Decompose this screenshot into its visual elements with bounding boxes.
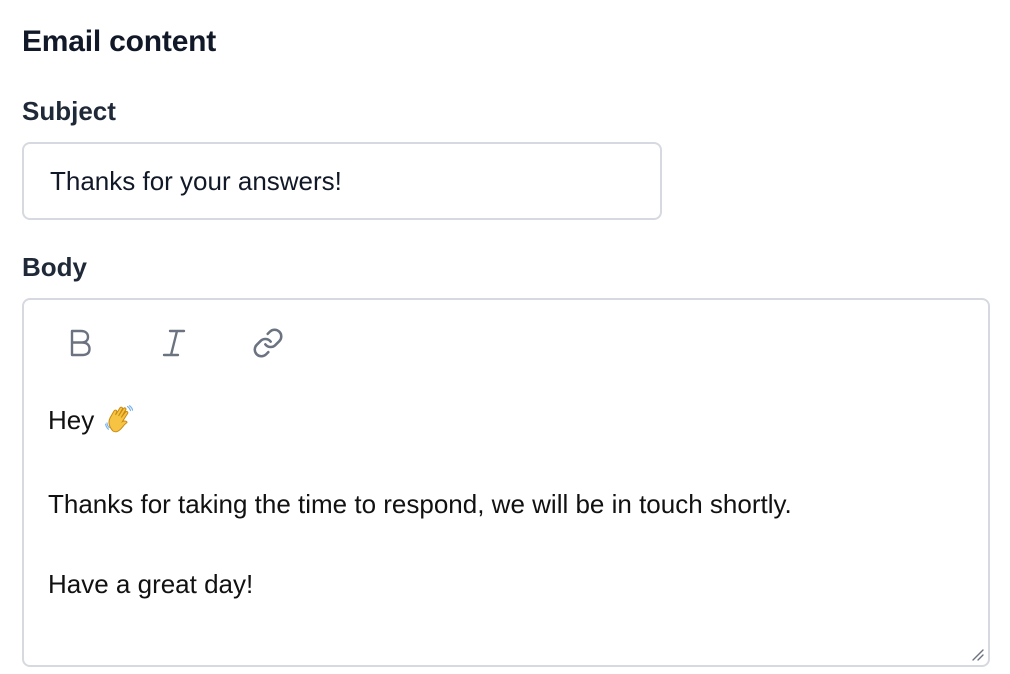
greeting-text: Hey: [48, 405, 95, 435]
editor-content[interactable]: Hey Thanks for taking the time to respon…: [48, 400, 964, 644]
section-title: Email content: [22, 25, 217, 58]
resize-handle-icon[interactable]: [970, 647, 984, 661]
greeting-line: Hey: [48, 400, 964, 444]
subject-input[interactable]: [22, 142, 662, 220]
bold-icon: [70, 329, 91, 357]
body-label: Body: [22, 252, 87, 282]
signoff-line: Have a great day!: [48, 569, 254, 599]
subject-label: Subject: [22, 96, 116, 126]
editor-toolbar: [52, 318, 334, 368]
body-editor[interactable]: Hey Thanks for taking the time to respon…: [22, 298, 990, 667]
bold-button[interactable]: [52, 318, 108, 368]
italic-icon: [162, 329, 186, 357]
link-button[interactable]: [240, 318, 296, 368]
waving-hand-icon: [105, 404, 134, 444]
italic-button[interactable]: [146, 318, 202, 368]
link-icon: [253, 328, 283, 358]
body-paragraph: Thanks for taking the time to respond, w…: [48, 489, 792, 519]
